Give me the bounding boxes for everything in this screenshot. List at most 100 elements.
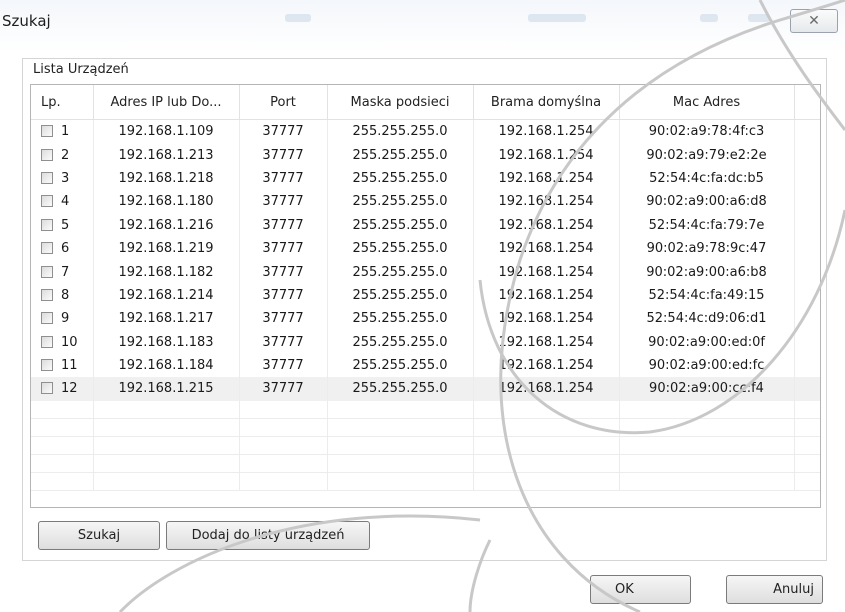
table-row[interactable]: 5 192.168.1.216 37777 255.255.255.0 192.168.…: [31, 213, 820, 237]
empty-cell: [31, 436, 94, 455]
add-to-list-button[interactable]: Dodaj do listy urządzeń: [166, 521, 370, 550]
mask-cell: 255.255.255.0: [327, 330, 474, 354]
mask-cell: 255.255.255.0: [327, 119, 474, 144]
table-row[interactable]: 12 192.168.1.215 37777 255.255.255.0 192.168…: [31, 377, 820, 401]
row-checkbox[interactable]: [41, 242, 53, 255]
table-row[interactable]: 6 192.168.1.219 37777 255.255.255.0 192.168.…: [31, 236, 820, 261]
empty-cell: [619, 400, 795, 419]
mac-cell: 90:02:a9:00:a6:d8: [619, 190, 795, 214]
mac-cell: 90:02:a9:78:9c:47: [619, 236, 795, 261]
empty-cell: [619, 472, 795, 491]
empty-cell: [239, 472, 328, 491]
mac-cell: 90:02:a9:79:e2:2e: [619, 143, 795, 167]
mask-cell: 255.255.255.0: [327, 260, 474, 284]
mac-cell: 52:54:4c:fa:dc:b5: [619, 166, 795, 191]
close-icon: ✕: [808, 13, 820, 29]
ip-cell: 192.168.1.214: [93, 283, 240, 308]
row-index: 5: [61, 217, 70, 233]
ok-button[interactable]: OK: [590, 575, 691, 604]
row-checkbox[interactable]: [41, 125, 53, 138]
empty-cell: [239, 454, 328, 473]
gateway-cell: 192.168.1.254: [473, 213, 620, 237]
row-filler: [794, 307, 820, 331]
table-row[interactable]: 9 192.168.1.217 37777 255.255.255.0 192.168.…: [31, 307, 820, 331]
empty-cell: [473, 436, 620, 455]
column-header-lp[interactable]: Lp.: [31, 85, 94, 120]
port-cell: 37777: [239, 166, 328, 191]
row-checkbox[interactable]: [41, 195, 53, 208]
row-filler: [794, 119, 820, 144]
column-header-ip[interactable]: Adres IP lub Do...: [93, 85, 240, 120]
empty-cell: [619, 436, 795, 455]
mac-cell: 90:02:a9:00:cc:f4: [619, 377, 795, 401]
empty-cell: [327, 472, 474, 491]
cancel-button[interactable]: Anuluj: [726, 575, 823, 604]
empty-cell: [794, 400, 820, 419]
gateway-cell: 192.168.1.254: [473, 377, 620, 401]
row-select-cell: 12: [31, 377, 94, 401]
empty-cell: [31, 418, 94, 437]
mask-cell: 255.255.255.0: [327, 353, 474, 378]
gateway-cell: 192.168.1.254: [473, 166, 620, 191]
ip-cell: 192.168.1.180: [93, 190, 240, 214]
search-button[interactable]: Szukaj: [38, 521, 160, 550]
empty-cell: [473, 400, 620, 419]
row-checkbox[interactable]: [41, 382, 53, 395]
empty-cell: [794, 454, 820, 473]
table-row[interactable]: 7 192.168.1.182 37777 255.255.255.0 192.168.…: [31, 260, 820, 284]
row-select-cell: 11: [31, 353, 94, 378]
mask-cell: 255.255.255.0: [327, 143, 474, 167]
empty-cell: [794, 472, 820, 491]
mask-cell: 255.255.255.0: [327, 166, 474, 191]
column-header-mask[interactable]: Maska podsieci: [327, 85, 474, 120]
table-row[interactable]: 4 192.168.1.180 37777 255.255.255.0 192.168.…: [31, 190, 820, 214]
empty-cell: [239, 400, 328, 419]
row-index: 1: [61, 124, 70, 140]
ip-cell: 192.168.1.183: [93, 330, 240, 354]
table-row[interactable]: 8 192.168.1.214 37777 255.255.255.0 192.168.…: [31, 283, 820, 308]
mask-cell: 255.255.255.0: [327, 283, 474, 308]
row-checkbox[interactable]: [41, 171, 53, 184]
empty-cell: [31, 400, 94, 419]
ip-cell: 192.168.1.109: [93, 119, 240, 144]
empty-cell: [93, 400, 240, 419]
gateway-cell: 192.168.1.254: [473, 260, 620, 284]
gateway-cell: 192.168.1.254: [473, 190, 620, 214]
column-header-port[interactable]: Port: [239, 85, 328, 120]
row-filler: [794, 260, 820, 284]
port-cell: 37777: [239, 307, 328, 331]
row-select-cell: 2: [31, 143, 94, 167]
mask-cell: 255.255.255.0: [327, 236, 474, 261]
row-checkbox[interactable]: [41, 148, 53, 161]
ip-cell: 192.168.1.218: [93, 166, 240, 191]
close-button[interactable]: ✕: [790, 9, 838, 33]
row-index: 8: [61, 287, 70, 303]
dialog-title: Szukaj: [2, 12, 51, 30]
row-index: 12: [61, 381, 78, 397]
table-row[interactable]: 10 192.168.1.183 37777 255.255.255.0 192.168…: [31, 330, 820, 354]
port-cell: 37777: [239, 236, 328, 261]
empty-table-row: [31, 436, 820, 455]
table-row[interactable]: 2 192.168.1.213 37777 255.255.255.0 192.168.…: [31, 143, 820, 167]
ip-cell: 192.168.1.215: [93, 377, 240, 401]
row-index: 3: [61, 170, 70, 186]
device-table[interactable]: Lp. Adres IP lub Do... Port Maska podsie…: [30, 84, 821, 508]
row-checkbox[interactable]: [41, 265, 53, 278]
row-checkbox[interactable]: [41, 335, 53, 348]
column-header-mac[interactable]: Mac Adres: [619, 85, 795, 120]
gateway-cell: 192.168.1.254: [473, 283, 620, 308]
port-cell: 37777: [239, 260, 328, 284]
row-select-cell: 5: [31, 213, 94, 237]
table-row[interactable]: 1 192.168.1.109 37777 255.255.255.0 192.168.…: [31, 119, 820, 144]
column-header-gateway[interactable]: Brama domyślna: [473, 85, 620, 120]
table-row[interactable]: 3 192.168.1.218 37777 255.255.255.0 192.168.…: [31, 166, 820, 191]
row-checkbox[interactable]: [41, 312, 53, 325]
row-checkbox[interactable]: [41, 288, 53, 301]
ip-cell: 192.168.1.213: [93, 143, 240, 167]
row-select-cell: 3: [31, 166, 94, 191]
row-checkbox[interactable]: [41, 218, 53, 231]
table-row[interactable]: 11 192.168.1.184 37777 255.255.255.0 192.168…: [31, 353, 820, 378]
row-checkbox[interactable]: [41, 359, 53, 372]
device-list-label: Lista Urządzeń: [33, 62, 129, 77]
mac-cell: 52:54:4c:d9:06:d1: [619, 307, 795, 331]
